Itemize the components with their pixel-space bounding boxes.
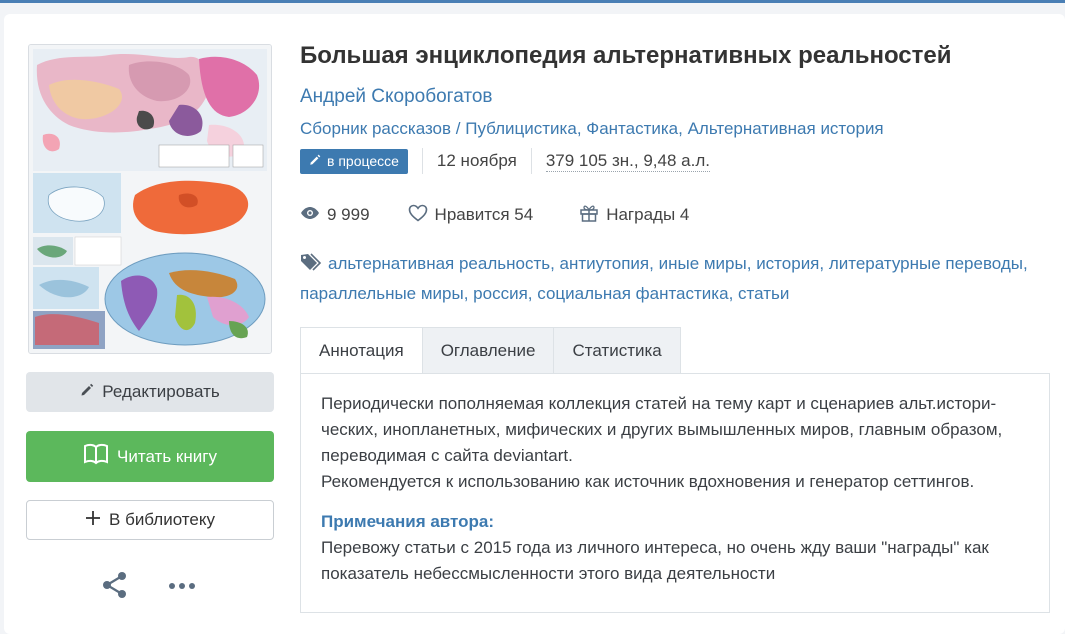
genre-separator: , [576,119,587,138]
likes-stat[interactable]: Нравится 54 [408,204,534,227]
tag-link[interactable]: параллельные миры [300,284,464,303]
status-badge: в процессе [300,148,408,174]
gift-icon [579,203,599,228]
tag-link[interactable]: россия [473,284,528,303]
tab-annotation[interactable]: Аннотация [300,327,423,374]
views-stat: 9 999 [300,205,370,225]
read-book-button[interactable]: Читать книгу [26,431,274,482]
author-notes-title: Примечания автора: [321,512,495,531]
tag-link[interactable]: литературные переводы [829,254,1023,273]
read-book-label: Читать книгу [117,446,217,466]
genre-link[interactable]: Альтернативная история [688,119,884,138]
divider [421,148,423,174]
tag-separator: , [649,254,659,273]
tag-separator: , [463,284,474,303]
tag-separator: , [746,254,757,273]
share-icon[interactable] [100,570,130,600]
top-accent-bar [0,0,1065,3]
tag-separator: , [819,254,829,273]
genre-link[interactable]: Сборник рассказов [300,119,451,138]
add-to-library-label: В библиотеку [109,510,215,529]
tag-list: альтернативная реальность, антиутопия, и… [300,250,1060,307]
eye-icon [300,205,320,225]
stats-row: 9 999 Нравится 54 Награды 4 [300,203,689,227]
plus-icon [85,510,101,531]
genre-separator: , [678,119,688,138]
status-badge-label: в процессе [327,153,399,169]
tag-link[interactable]: социальная фантастика [537,284,728,303]
book-cover-image[interactable] [28,44,272,354]
edit-button[interactable]: Редактировать [26,372,274,412]
likes-label: Нравится 54 [434,205,534,224]
awards-stat[interactable]: Награды 4 [579,203,689,228]
tags-icon [300,252,324,280]
genre-separator: / [451,119,466,138]
genre-link[interactable]: Фантастика [586,119,678,138]
tag-separator: , [527,284,538,303]
tag-link[interactable]: антиутопия [560,254,650,273]
genre-link[interactable]: Публицистика [465,119,577,138]
book-open-icon [83,443,109,470]
book-tabs: Аннотация Оглавление Статистика [300,327,681,374]
annotation-text: Периодически пополняемая коллекция стате… [321,394,997,413]
tag-link[interactable]: история [756,254,819,273]
genre-list: Сборник рассказов / Публицистика, Фантас… [300,119,884,139]
heart-icon [408,204,428,227]
tab-contents[interactable]: Оглавление [422,327,555,374]
annotation-text: ческих, инопланетных, мифических и други… [321,420,1003,439]
author-link[interactable]: Андрей Скоробогатов [300,86,493,108]
awards-label: Награды 4 [606,205,690,224]
annotation-panel: Периодически пополняемая коллекция стате… [300,373,1050,613]
tag-link[interactable]: иные миры [659,254,747,273]
update-date: 12 ноября [436,151,517,170]
book-size[interactable]: 379 105 зн., 9,48 а.л. [545,151,710,172]
add-to-library-button[interactable]: В библиотеку [26,500,274,540]
tag-link[interactable]: статьи [738,284,789,303]
pencil-icon [309,153,321,169]
tab-statistics[interactable]: Статистика [554,327,681,374]
annotation-text: переводимая с сайта deviantart. [321,446,573,465]
annotation-text: Рекомендуется к использованию как источн… [321,472,975,491]
tag-separator: , [728,284,739,303]
edit-button-label: Редактировать [102,382,220,401]
book-title: Большая энциклопедия альтернативных реал… [300,42,952,69]
pencil-icon [80,382,94,402]
book-meta-row: в процессе 12 ноября 379 105 зн., 9,48 а… [300,148,710,174]
tag-separator: , [1023,254,1028,273]
tag-link[interactable]: альтернативная реальность [328,254,550,273]
author-notes-text: Перевожу статьи с 2015 года из личного и… [321,538,989,557]
tag-separator: , [550,254,560,273]
divider [530,148,532,174]
more-icon[interactable] [168,570,196,600]
author-notes-text: показатель небессмысленности этого вида … [321,564,776,583]
views-count: 9 999 [327,205,370,224]
